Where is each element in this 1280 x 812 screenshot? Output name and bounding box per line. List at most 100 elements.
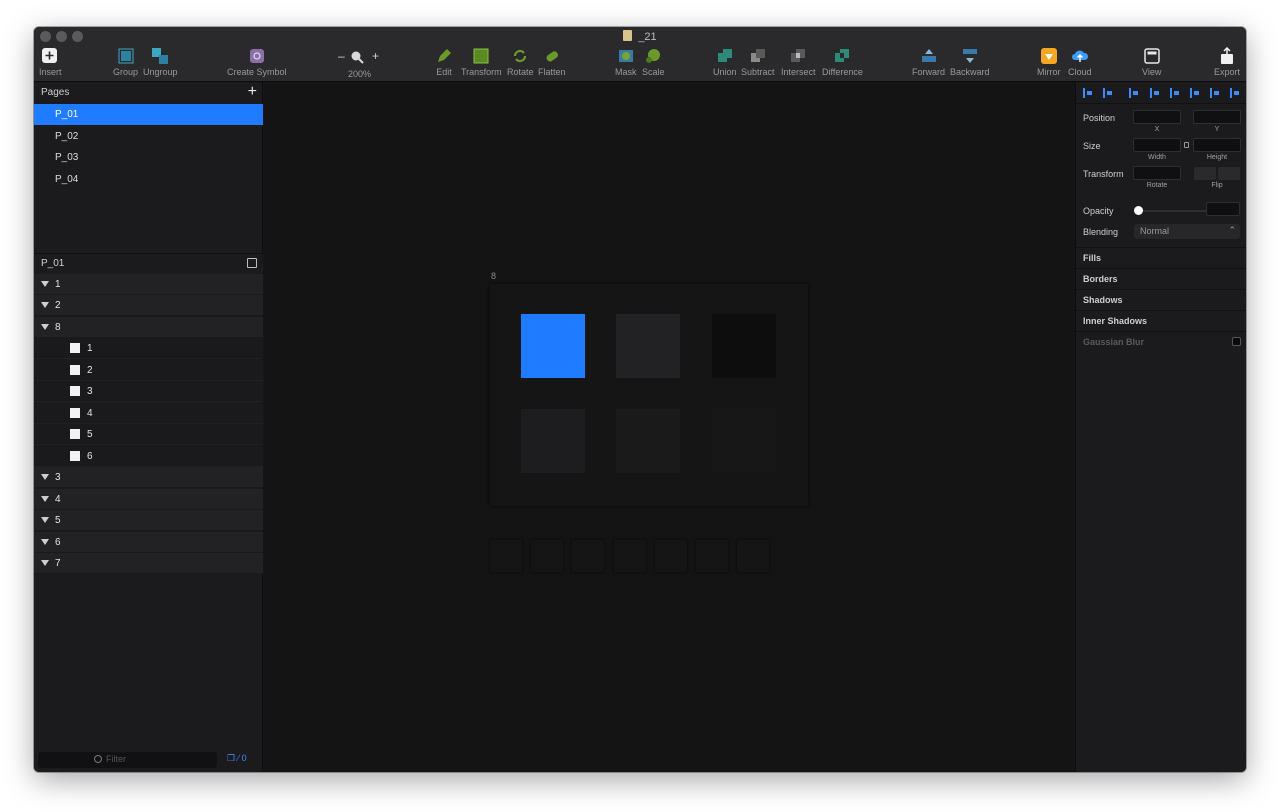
create-symbol-button[interactable]: Create Symbol [227,47,287,77]
layer-group[interactable]: 5 [34,510,263,531]
page-item-p03[interactable]: P_03 [34,147,263,168]
align-middle-icon[interactable] [1210,88,1220,98]
disclosure-triangle-icon[interactable] [41,517,49,523]
shadows-section[interactable]: Shadows [1076,289,1246,310]
insert-button[interactable]: Insert [39,47,62,77]
forward-button[interactable]: Forward [912,47,945,77]
page-item-p01[interactable]: P_01 [34,104,263,125]
transform-button[interactable]: Transform [461,47,502,77]
rectangle-layer-icon [70,408,80,418]
layer-group[interactable]: 7 [34,553,263,574]
canvas-tile[interactable] [616,314,680,378]
canvas-slot[interactable] [490,540,522,572]
page-item-p04[interactable]: P_04 [34,169,263,190]
layer-group[interactable]: 4 [34,489,263,510]
mask-button[interactable]: Mask [615,47,637,77]
canvas-slot[interactable] [531,540,563,572]
export-button[interactable]: Export [1214,47,1240,77]
opacity-field[interactable] [1206,202,1240,216]
gaussian-blur-section[interactable]: Gaussian Blur [1076,331,1246,352]
width-field[interactable] [1133,138,1181,152]
backward-button[interactable]: Backward [950,47,990,77]
blending-select[interactable]: Normal ⌃ [1134,224,1240,239]
artboard-title[interactable]: 8 [491,271,496,281]
edited-filter-icon[interactable]: ∕ [238,753,240,763]
difference-button[interactable]: Difference [822,47,863,77]
fills-section[interactable]: Fills [1076,247,1246,268]
canvas-tile[interactable] [712,409,776,473]
disclosure-triangle-icon[interactable] [41,474,49,480]
x-field[interactable] [1133,110,1181,124]
lock-icon[interactable] [1184,142,1189,148]
layer-filter-options[interactable]: ❐ ∕ 0 [227,753,247,764]
mask-icon [618,50,633,62]
canvas-slot[interactable] [696,540,728,572]
flip-vertical-icon[interactable] [1218,167,1240,180]
intersect-button[interactable]: Intersect [781,47,816,77]
layer-group[interactable]: 1 [34,274,263,295]
flip-horizontal-icon[interactable] [1194,167,1216,180]
opacity-slider-track[interactable] [1138,210,1206,212]
opacity-slider-knob[interactable] [1134,206,1143,215]
collapse-groups-icon[interactable] [247,258,257,268]
disclosure-triangle-icon[interactable] [41,539,49,545]
mirror-button[interactable]: Mirror [1037,47,1061,77]
layer-group[interactable]: 3 [34,467,263,488]
export-icon [1221,47,1233,64]
layer-group[interactable]: 2 [34,295,263,316]
distribute-vertical-icon[interactable] [1103,88,1113,98]
blur-checkbox[interactable] [1232,337,1241,346]
zoom-in-button[interactable]: + [372,49,379,63]
canvas-slot[interactable] [614,540,646,572]
cloud-button[interactable]: Cloud [1068,47,1092,77]
zoom-out-button[interactable]: – [338,49,345,63]
align-top-icon[interactable] [1190,88,1200,98]
disclosure-triangle-icon[interactable] [41,496,49,502]
artboard[interactable] [490,284,808,506]
canvas-tile[interactable] [521,409,585,473]
layer-item[interactable]: 5 [34,424,263,445]
symbols-filter-icon[interactable]: ❐ [227,753,235,763]
rotate-button[interactable]: Rotate [507,47,534,77]
y-field[interactable] [1193,110,1241,124]
subtract-button[interactable]: Subtract [741,47,775,77]
inner-shadows-section[interactable]: Inner Shadows [1076,310,1246,331]
send-backward-icon [962,49,977,63]
page-item-p02[interactable]: P_02 [34,126,263,147]
flatten-button[interactable]: Flatten [538,47,566,77]
canvas-tile[interactable] [521,314,585,378]
canvas-tile[interactable] [712,314,776,378]
layer-item[interactable]: 4 [34,403,263,424]
canvas-slot[interactable] [572,540,604,572]
layer-group[interactable]: 8 [34,317,263,338]
disclosure-triangle-icon[interactable] [41,324,49,330]
canvas-tile[interactable] [616,409,680,473]
layer-item[interactable]: 2 [34,360,263,381]
canvas-slot[interactable] [737,540,769,572]
height-field[interactable] [1193,138,1241,152]
disclosure-triangle-icon[interactable] [41,302,49,308]
layer-item[interactable]: 1 [34,338,263,359]
align-bottom-icon[interactable] [1230,88,1240,98]
add-page-icon[interactable]: + [248,84,257,100]
align-center-icon[interactable] [1150,88,1160,98]
layer-item[interactable]: 6 [34,446,263,467]
layer-group[interactable]: 6 [34,532,263,553]
rotate-field[interactable] [1133,166,1181,180]
disclosure-triangle-icon[interactable] [41,560,49,566]
ungroup-button[interactable]: Ungroup [143,47,178,77]
layer-filter-input[interactable]: Filter [38,752,217,768]
canvas[interactable]: 8 [264,82,1075,772]
align-right-icon[interactable] [1170,88,1180,98]
canvas-slot[interactable] [655,540,687,572]
scale-button[interactable]: Scale [642,47,665,77]
union-button[interactable]: Union [713,47,737,77]
distribute-horizontal-icon[interactable] [1083,88,1093,98]
view-button[interactable]: View [1142,47,1161,77]
align-left-icon[interactable] [1129,88,1139,98]
edit-button[interactable]: Edit [435,47,453,77]
borders-section[interactable]: Borders [1076,268,1246,289]
layer-item[interactable]: 3 [34,381,263,402]
disclosure-triangle-icon[interactable] [41,281,49,287]
group-button[interactable]: Group [113,47,138,77]
